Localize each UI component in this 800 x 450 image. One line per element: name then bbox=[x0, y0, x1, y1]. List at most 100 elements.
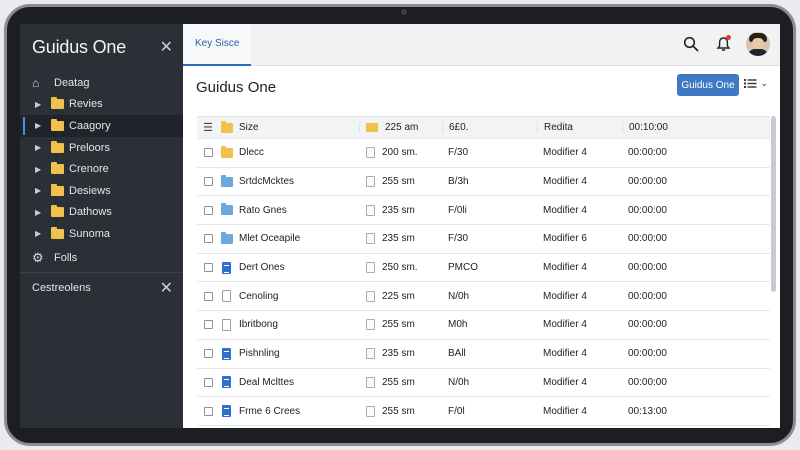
table-row[interactable]: Deal Mclttes 255 sm N/0h Modifier 4 00:00:00 bbox=[197, 369, 770, 398]
row-checkbox[interactable] bbox=[197, 205, 219, 215]
row-size: 255 sm bbox=[382, 405, 415, 417]
sidebar-item[interactable]: ▶ Desiews bbox=[20, 180, 183, 202]
row-name[interactable]: Pishnling bbox=[239, 348, 280, 359]
row-checkbox[interactable] bbox=[197, 406, 219, 416]
caret-right-icon[interactable]: ▶ bbox=[35, 100, 47, 109]
column-header-name[interactable]: Size bbox=[219, 120, 359, 133]
row-type: F/0li bbox=[448, 204, 467, 216]
sidebar-item-home[interactable]: ⌂ Deatag bbox=[20, 72, 183, 94]
table-body: Dlecc 200 sm. F/30 Modifier 4 00:00:00 SrtdcM… bbox=[197, 139, 770, 426]
search-icon[interactable] bbox=[682, 35, 700, 53]
sidebar-item[interactable]: ▶ Dathows bbox=[20, 202, 183, 224]
folder-icon bbox=[51, 97, 64, 110]
row-modified: Modifier 4 bbox=[543, 348, 587, 360]
row-name[interactable]: Ibritbong bbox=[239, 319, 278, 330]
primary-button[interactable]: Guidus One bbox=[677, 74, 739, 96]
sidebar-item-settings[interactable]: ⚙ Folls bbox=[20, 247, 183, 269]
row-type: PMCO bbox=[448, 262, 478, 274]
table-row[interactable]: Rato Gnes 235 sm F/0li Modifier 4 00:00:00 bbox=[197, 196, 770, 226]
table-row[interactable]: Dlecc 200 sm. F/30 Modifier 4 00:00:00 bbox=[197, 139, 770, 168]
table-row[interactable]: Mlet Oceapile 235 sm F/30 Modifier 6 00:00:0… bbox=[197, 225, 770, 254]
row-time: 00:00:00 bbox=[628, 290, 667, 302]
row-size-cell: 235 sm bbox=[359, 233, 442, 245]
caret-right-icon[interactable]: ▶ bbox=[35, 121, 47, 130]
page-icon bbox=[222, 290, 231, 303]
file-icon bbox=[366, 319, 375, 331]
row-checkbox[interactable] bbox=[197, 177, 219, 187]
row-checkbox[interactable] bbox=[197, 263, 219, 273]
sidebar-item-label: Deatag bbox=[54, 76, 90, 89]
caret-right-icon[interactable]: ▶ bbox=[35, 186, 47, 195]
row-modified: Modifier 4 bbox=[543, 204, 587, 216]
row-size: 255 sm bbox=[382, 319, 415, 331]
caret-right-icon[interactable]: ▶ bbox=[35, 208, 47, 217]
file-table: ☰ Size 225 am 6£0. Redita 00:10:00 Dlecc… bbox=[197, 116, 770, 426]
sidebar-header: Guidus One ✕ bbox=[20, 24, 183, 70]
list-icon[interactable]: ☰ bbox=[197, 121, 219, 134]
caret-right-icon[interactable]: ▶ bbox=[35, 229, 47, 238]
avatar[interactable] bbox=[746, 32, 770, 56]
row-name[interactable]: Dert Ones bbox=[239, 262, 285, 273]
close-icon[interactable]: ✕ bbox=[160, 37, 173, 57]
folder-yellow-icon bbox=[221, 145, 233, 158]
bell-icon[interactable] bbox=[714, 35, 732, 53]
sidebar-item-active[interactable]: ▶ Caagory bbox=[20, 115, 183, 137]
table-row[interactable]: SrtdcMcktes 255 sm B/3h Modifier 4 00:00:00 bbox=[197, 168, 770, 197]
sidebar-item[interactable]: ▶ Sunoma bbox=[20, 223, 183, 245]
row-checkbox[interactable] bbox=[197, 377, 219, 387]
row-name-cell: SrtdcMcktes bbox=[219, 174, 359, 187]
folder-blue-icon bbox=[221, 174, 233, 187]
folder-icon bbox=[366, 123, 378, 132]
scrollbar[interactable] bbox=[771, 116, 776, 292]
caret-right-icon[interactable]: ▶ bbox=[35, 143, 47, 152]
table-row[interactable]: Cenoling 225 sm N/0h Modifier 4 00:00:00 bbox=[197, 282, 770, 312]
row-type: M0h bbox=[448, 319, 468, 331]
table-row[interactable]: Pishnling 235 sm BAll Modifier 4 00:00:00 bbox=[197, 340, 770, 369]
file-icon bbox=[366, 233, 375, 245]
row-size: 255 sm bbox=[382, 176, 415, 188]
folder-icon bbox=[51, 226, 64, 239]
row-name[interactable]: SrtdcMcktes bbox=[239, 176, 294, 187]
table-row[interactable]: Dert Ones 250 sm. PMCO Modifier 4 00:00:00 bbox=[197, 254, 770, 283]
row-name-cell: Dlecc bbox=[219, 145, 359, 158]
row-checkbox[interactable] bbox=[197, 291, 219, 301]
view-toggle[interactable]: ⌄ bbox=[744, 78, 768, 89]
sidebar-item-label: Revies bbox=[69, 98, 103, 111]
row-modified: Modifier 4 bbox=[543, 290, 587, 302]
row-name[interactable]: Deal Mclttes bbox=[239, 377, 294, 388]
row-size-cell: 255 sm bbox=[359, 176, 442, 188]
column-header-time[interactable]: 00:10:00 bbox=[622, 122, 702, 133]
row-checkbox[interactable] bbox=[197, 148, 219, 158]
row-size-cell: 255 sm bbox=[359, 405, 442, 417]
sidebar-section[interactable]: Cestreolens ✕ bbox=[20, 273, 183, 303]
row-name[interactable]: Rato Gnes bbox=[239, 205, 287, 216]
row-size-cell: 225 sm bbox=[359, 290, 442, 302]
tab-active[interactable]: Key Sisce bbox=[183, 24, 252, 66]
column-header-size[interactable]: 225 am bbox=[359, 122, 442, 133]
row-size: 225 sm bbox=[382, 290, 415, 302]
row-time: 00:00:00 bbox=[628, 233, 667, 245]
row-modified: Modifier 4 bbox=[543, 176, 587, 188]
sidebar-item[interactable]: ▶ Crenore bbox=[20, 158, 183, 180]
folder-icon bbox=[51, 205, 64, 218]
row-checkbox[interactable] bbox=[197, 320, 219, 330]
sidebar-item-label: Folls bbox=[54, 251, 78, 264]
row-name[interactable]: Frme 6 Crees bbox=[239, 406, 300, 417]
close-icon[interactable]: ✕ bbox=[160, 278, 173, 298]
caret-right-icon[interactable]: ▶ bbox=[35, 165, 47, 174]
table-row[interactable]: Frme 6 Crees 255 sm F/0l Modifier 4 00:13:00 bbox=[197, 397, 770, 426]
table-row[interactable]: Ibritbong 255 sm M0h Modifier 4 00:00:00 bbox=[197, 311, 770, 340]
file-icon bbox=[366, 176, 375, 188]
row-name[interactable]: Cenoling bbox=[239, 291, 278, 302]
row-name[interactable]: Mlet Oceapile bbox=[239, 233, 300, 244]
file-icon bbox=[366, 348, 375, 360]
column-header-type[interactable]: 6£0. bbox=[442, 122, 537, 133]
sidebar-item[interactable]: ▶ Revies bbox=[20, 94, 183, 116]
sidebar-item[interactable]: ▶ Preloors bbox=[20, 137, 183, 159]
page-title: Guidus One bbox=[196, 78, 277, 96]
row-size-cell: 255 sm bbox=[359, 376, 442, 388]
row-name[interactable]: Dlecc bbox=[239, 147, 264, 158]
row-checkbox[interactable] bbox=[197, 349, 219, 359]
row-checkbox[interactable] bbox=[197, 234, 219, 244]
column-header-modified[interactable]: Redita bbox=[537, 122, 622, 133]
